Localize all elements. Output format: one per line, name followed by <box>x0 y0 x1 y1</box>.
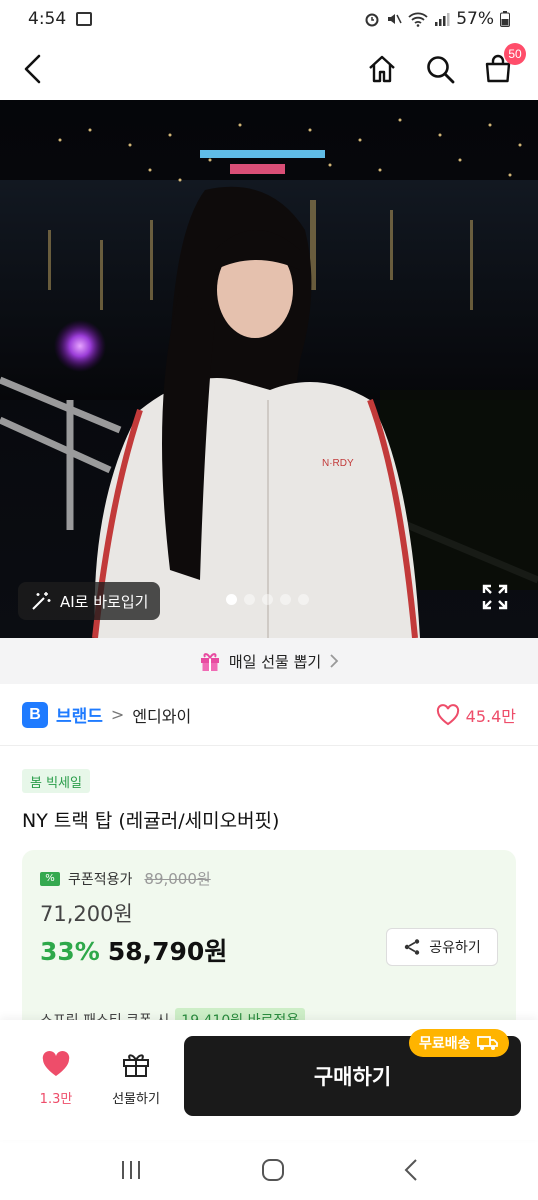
share-label: 공유하기 <box>429 940 481 956</box>
gallery-notification-icon <box>76 12 93 26</box>
ai-try-on-label: AI로 바로입기 <box>60 592 149 611</box>
product-page: 4:54 57% 50 N·RDY AI로 바로입기 매일 선물 뽑기 B 브랜… <box>0 0 538 1200</box>
status-icons: 57% <box>364 9 510 29</box>
share-button[interactable]: 공유하기 <box>386 928 498 966</box>
like-count: 1.3만 <box>39 1092 73 1107</box>
brand-category-link[interactable]: 브랜드 <box>56 702 103 727</box>
search-icon <box>427 56 455 84</box>
heart-filled-icon <box>42 1051 70 1076</box>
ai-try-on-button[interactable]: AI로 바로입기 <box>18 582 161 620</box>
product-title: NY 트랙 탑 (레귤러/세미오버핏) <box>22 810 280 832</box>
brand-like-count: 45.4만 <box>465 706 516 726</box>
sale-tag: 봄 빅세일 <box>22 769 90 793</box>
original-price: 89,000원 <box>144 870 211 888</box>
carousel-dot[interactable] <box>280 594 291 605</box>
recent-apps-icon[interactable] <box>119 1159 143 1181</box>
cart-button[interactable]: 50 <box>480 43 526 87</box>
share-icon <box>405 939 420 955</box>
status-time: 4:54 <box>28 9 67 29</box>
gift-icon <box>123 1054 149 1077</box>
gift-button[interactable]: 선물하기 <box>104 1050 168 1107</box>
like-button[interactable]: 1.3만 <box>26 1050 86 1107</box>
home-nav-icon[interactable] <box>261 1158 285 1182</box>
coupon-icon: % <box>40 871 60 886</box>
brand-like-button[interactable]: 45.4만 <box>436 703 516 727</box>
product-photo-illustration: N·RDY <box>0 100 538 638</box>
search-button[interactable] <box>422 51 458 87</box>
brand-name-link[interactable]: 엔디와이 <box>132 703 191 727</box>
mute-icon <box>388 14 402 24</box>
signal-icon <box>435 13 450 26</box>
buy-label: 구매하기 <box>313 1065 392 1089</box>
back-button[interactable] <box>22 49 56 89</box>
status-bar: 4:54 57% <box>0 0 538 38</box>
battery-icon <box>500 11 510 27</box>
free-shipping-label: 무료배송 <box>419 1036 471 1052</box>
coupon-row: % 쿠폰적용가 89,000원 <box>40 868 211 889</box>
svg-text:N·RDY: N·RDY <box>322 458 354 469</box>
carousel-indicator <box>226 594 309 605</box>
alarm-icon <box>365 13 379 27</box>
cart-count-badge: 50 <box>504 43 526 65</box>
magic-wand-icon <box>32 592 51 610</box>
expand-icon <box>482 584 508 610</box>
gift-label: 선물하기 <box>112 1092 160 1107</box>
carousel-dot[interactable] <box>298 594 309 605</box>
back-nav-icon[interactable] <box>403 1158 419 1182</box>
app-header: 50 <box>0 38 538 100</box>
home-icon <box>369 55 395 83</box>
system-nav-bar <box>0 1140 538 1200</box>
carousel-dot[interactable] <box>262 594 273 605</box>
carousel-dot[interactable] <box>244 594 255 605</box>
carousel-dot[interactable] <box>226 594 237 605</box>
daily-gift-banner[interactable]: 매일 선물 뽑기 <box>0 638 538 684</box>
brand-badge: B <box>22 701 48 728</box>
coupon-label: 쿠폰적용가 <box>68 871 133 888</box>
price-box: % 쿠폰적용가 89,000원 71,200원 33% 58,790원 공유하기… <box>22 850 516 1040</box>
fullscreen-button[interactable] <box>480 582 510 612</box>
product-photo[interactable]: N·RDY <box>0 100 538 638</box>
sale-price: 71,200원 <box>40 902 133 926</box>
discount-rate: 33% <box>40 937 100 966</box>
brand-separator: > <box>110 705 125 724</box>
truck-icon <box>476 1036 498 1050</box>
heart-outline-icon <box>436 703 459 725</box>
wifi-icon <box>408 12 428 27</box>
gift-box-icon <box>200 653 219 671</box>
final-price-row: 33% 58,790원 <box>40 932 227 968</box>
free-shipping-badge: 무료배송 <box>409 1029 509 1057</box>
daily-gift-label: 매일 선물 뽑기 <box>228 652 322 671</box>
battery-percent: 57% <box>456 9 494 29</box>
final-price: 58,790원 <box>107 937 228 966</box>
chevron-right-icon <box>330 654 339 668</box>
brand-row: B 브랜드 > 엔디와이 45.4만 <box>0 684 538 746</box>
home-button[interactable] <box>364 51 400 87</box>
chevron-left-icon <box>24 54 41 84</box>
